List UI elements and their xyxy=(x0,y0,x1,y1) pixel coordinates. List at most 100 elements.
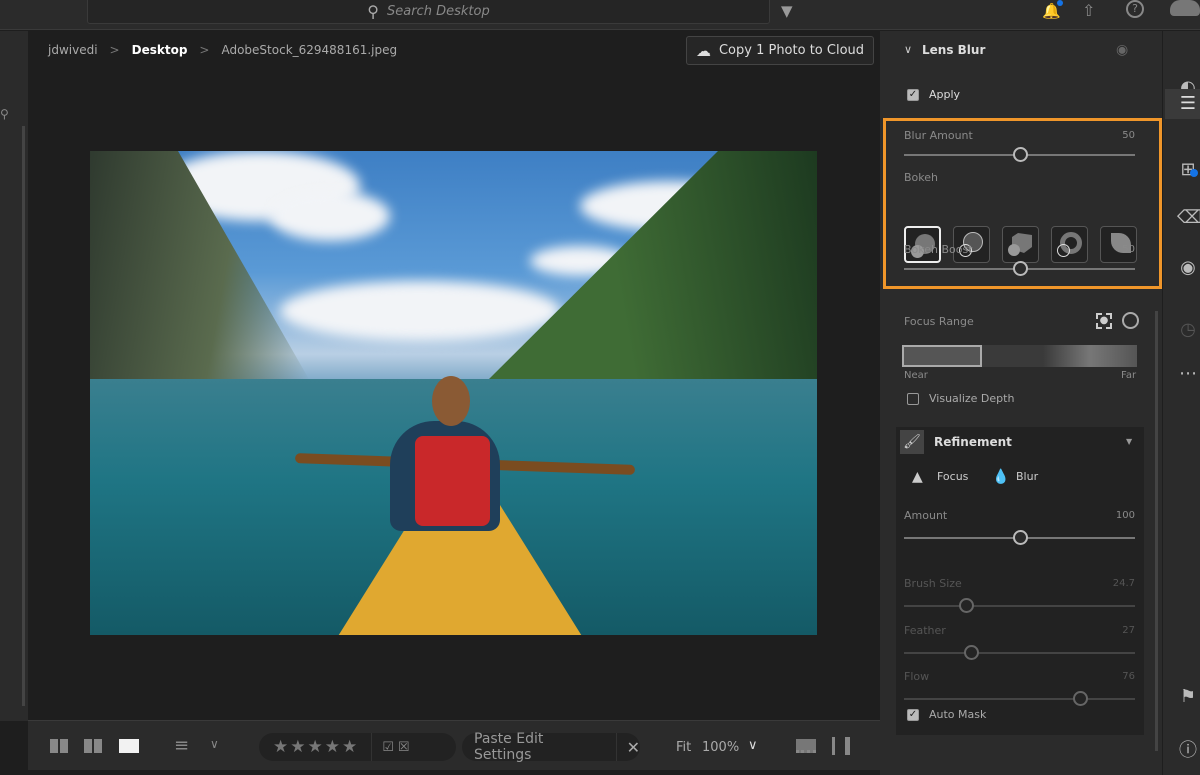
before-after-icon[interactable] xyxy=(832,737,850,755)
search-input[interactable]: ⚲ Search Desktop xyxy=(87,0,770,24)
blur-amount-label: Blur Amount xyxy=(904,129,973,142)
filter-icon[interactable]: ▼ xyxy=(781,2,793,20)
notification-dot xyxy=(1057,0,1063,6)
masking-icon[interactable]: ◉ xyxy=(1177,257,1199,279)
zoom-icon[interactable]: ⚲ xyxy=(0,107,9,121)
bottom-toolbar: ≡ ∨ ★★★★★ ☑ ☒ Paste Edit Settings ✕ Fit … xyxy=(28,720,880,770)
auto-mask-checkbox[interactable]: ✓ xyxy=(907,709,919,721)
edit-sliders-icon[interactable]: ☰ xyxy=(1177,93,1199,115)
filmstrip-icon[interactable] xyxy=(796,739,816,753)
loupe-view-icon[interactable] xyxy=(119,739,139,753)
subject-focus-icon[interactable]: ● xyxy=(1096,313,1112,329)
bokeh-boost-value[interactable]: 50 xyxy=(1095,244,1135,255)
breadcrumb-user[interactable]: jdwivedi xyxy=(48,43,98,57)
breadcrumb-desktop[interactable]: Desktop xyxy=(132,43,188,57)
refinement-title: Refinement xyxy=(934,435,1012,449)
brush-value[interactable]: 24.7 xyxy=(1095,578,1135,589)
brush-icon: 🖌 xyxy=(900,430,924,454)
apply-label: Apply xyxy=(929,88,961,101)
blur-brush-icon[interactable]: 💧 xyxy=(992,469,1009,485)
compare-view-icon[interactable] xyxy=(84,739,102,753)
amount-slider[interactable] xyxy=(904,530,1135,545)
amount-label: Amount xyxy=(904,509,948,522)
star-rating[interactable]: ★★★★★ xyxy=(273,737,359,757)
rating-flag-group: ★★★★★ ☑ ☒ xyxy=(259,733,456,761)
bokeh-label: Bokeh xyxy=(904,171,938,184)
paste-group: Paste Edit Settings ✕ xyxy=(462,731,640,763)
zoom-chevron-icon[interactable]: ∨ xyxy=(748,738,758,753)
more-icon[interactable]: ⋯ xyxy=(1177,363,1199,385)
copy-to-cloud-button[interactable]: ☁ Copy 1 Photo to Cloud xyxy=(686,36,874,65)
photo-preview[interactable] xyxy=(90,151,817,635)
focus-range-label: Focus Range xyxy=(904,315,974,328)
edit-panel: ∨ Lens Blur ◉ ✓ Apply Blur Amount 50 Bok… xyxy=(880,31,1162,775)
visualize-depth-checkbox[interactable] xyxy=(907,393,919,405)
grid-view-icon[interactable] xyxy=(50,739,68,753)
crop-active-dot xyxy=(1190,169,1198,177)
bokeh-boost-slider[interactable] xyxy=(904,261,1135,276)
share-icon[interactable]: ⇧ xyxy=(1082,1,1095,20)
help-icon[interactable]: ? xyxy=(1126,0,1144,18)
feather-label: Feather xyxy=(904,624,946,637)
eraser-icon[interactable]: ⌫ xyxy=(1177,207,1200,229)
feather-slider[interactable] xyxy=(904,645,1135,660)
sort-chevron-icon[interactable]: ∨ xyxy=(210,737,219,751)
far-label: Far xyxy=(1121,370,1137,381)
depth-histogram[interactable] xyxy=(902,345,1137,367)
cloud-icon[interactable] xyxy=(1170,0,1200,16)
auto-mask-label: Auto Mask xyxy=(929,708,987,721)
fit-label[interactable]: Fit xyxy=(676,740,691,755)
focus-brush-icon[interactable]: ▲ xyxy=(912,469,923,485)
search-placeholder: Search Desktop xyxy=(387,3,490,19)
panel-scrollbar[interactable] xyxy=(1155,311,1158,751)
slider-thumb[interactable] xyxy=(1012,530,1028,545)
paste-edit-settings-button[interactable]: Paste Edit Settings xyxy=(474,731,604,763)
near-label: Near xyxy=(904,370,928,381)
breadcrumb-file: AdobeStock_629488161.jpeg xyxy=(221,43,398,57)
flow-value[interactable]: 76 xyxy=(1095,671,1135,682)
lens-blur-title: Lens Blur xyxy=(922,43,986,57)
flag-pick-icon[interactable]: ☑ xyxy=(382,740,394,755)
slider-thumb[interactable] xyxy=(963,645,979,660)
blur-brush-label[interactable]: Blur xyxy=(1016,470,1038,483)
collapse-chevron-icon[interactable]: ∨ xyxy=(904,43,912,56)
flag-reject-icon[interactable]: ☒ xyxy=(398,740,410,755)
history-icon[interactable]: ◷ xyxy=(1177,319,1199,341)
focus-range-selector[interactable] xyxy=(902,345,982,367)
slider-thumb[interactable] xyxy=(959,598,975,613)
visualize-depth-label: Visualize Depth xyxy=(929,392,1015,405)
bokeh-boost-label: Bokeh Boost xyxy=(904,243,973,256)
tag-icon[interactable]: ⚑ xyxy=(1177,686,1199,708)
bokeh-donut-button[interactable] xyxy=(1051,226,1088,263)
top-bar: ⚲ Search Desktop ▼ 🔔 ⇧ ? xyxy=(0,0,1200,30)
flow-label: Flow xyxy=(904,670,930,683)
tool-strip: ◐ ☰ ⊞ ⌫ ◉ ◷ ⋯ ⚑ ⓘ xyxy=(1162,31,1200,775)
dropdown-triangle-icon[interactable]: ▼ xyxy=(1126,437,1132,446)
apply-checkbox[interactable]: ✓ xyxy=(907,89,919,101)
refinement-section: 🖌 Refinement ▼ ▲ Focus 💧 Blur Amount 100… xyxy=(896,427,1144,735)
left-panel-collapsed: ⚲ xyxy=(0,31,28,721)
blur-amount-slider[interactable] xyxy=(904,147,1135,162)
left-scrollbar[interactable] xyxy=(22,126,25,706)
amount-value[interactable]: 100 xyxy=(1095,510,1135,521)
sort-icon[interactable]: ≡ xyxy=(174,735,189,756)
brush-slider[interactable] xyxy=(904,598,1135,613)
info-icon[interactable]: ⓘ xyxy=(1177,736,1199,761)
slider-thumb[interactable] xyxy=(1072,691,1088,706)
cloud-upload-icon: ☁ xyxy=(695,41,711,60)
copy-to-cloud-label: Copy 1 Photo to Cloud xyxy=(718,43,865,58)
focus-brush-label[interactable]: Focus xyxy=(937,470,968,483)
eye-icon[interactable]: ◉ xyxy=(1116,42,1128,58)
zoom-level[interactable]: 100% xyxy=(702,740,739,755)
slider-thumb[interactable] xyxy=(1012,147,1028,162)
flow-slider[interactable] xyxy=(904,691,1135,706)
slider-thumb[interactable] xyxy=(1012,261,1028,276)
search-icon: ⚲ xyxy=(367,1,379,21)
close-icon[interactable]: ✕ xyxy=(627,738,640,757)
breadcrumb: jdwivedi > Desktop > AdobeStock_629488161.… xyxy=(48,43,398,57)
bokeh-hexagon-button[interactable] xyxy=(1002,226,1039,263)
blur-amount-value[interactable]: 50 xyxy=(1095,130,1135,141)
brush-label: Brush Size xyxy=(904,577,962,590)
target-icon[interactable] xyxy=(1122,312,1139,329)
feather-value[interactable]: 27 xyxy=(1095,625,1135,636)
